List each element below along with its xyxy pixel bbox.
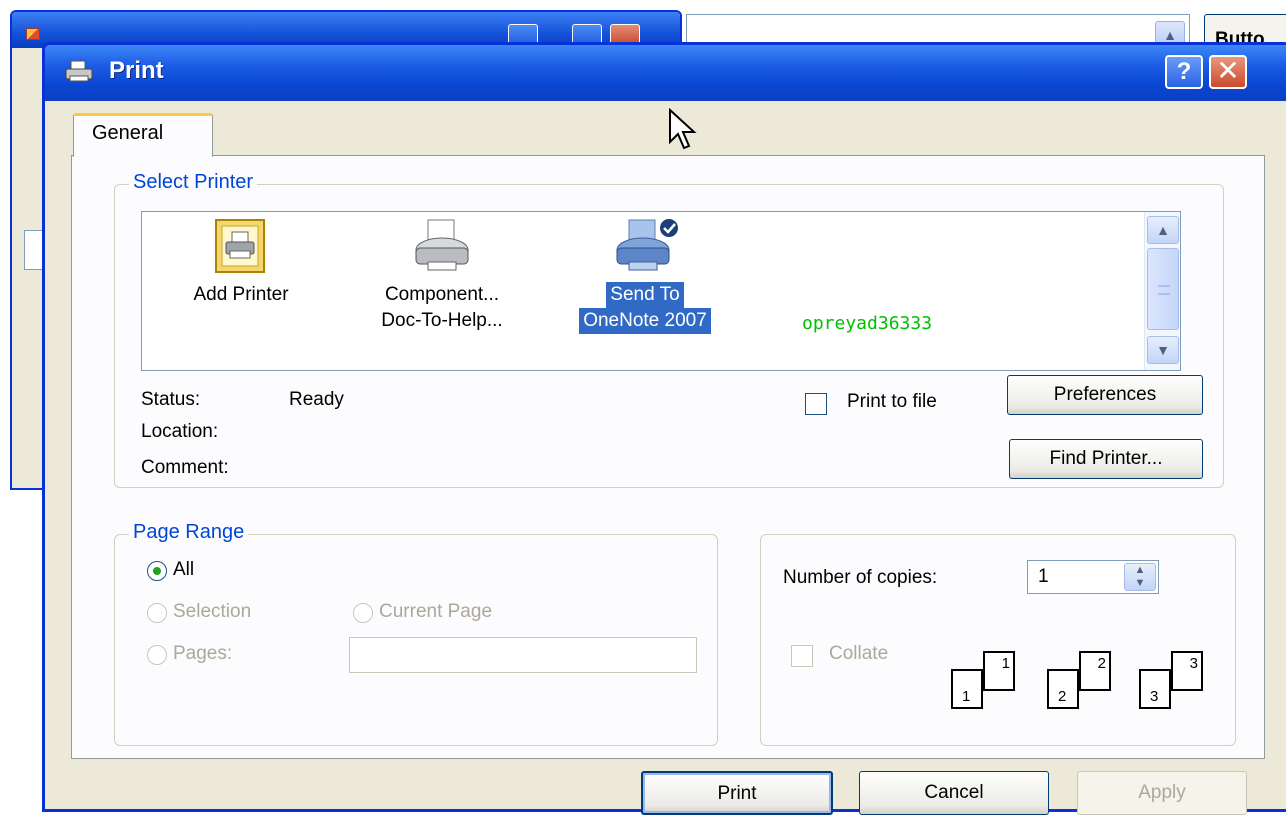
form-app-icon [26, 28, 40, 40]
printer-item-add-printer[interactable]: Add Printer [166, 218, 316, 308]
location-label: Location: [141, 421, 219, 442]
selection-radio[interactable] [147, 603, 167, 623]
current-page-radio[interactable] [353, 603, 373, 623]
printer-name-line1: Add Printer [193, 284, 289, 305]
printer-name-line2: OneNote 2007 [579, 308, 711, 334]
apply-button[interactable]: Apply [1077, 771, 1247, 815]
select-printer-group-label: Select Printer [129, 171, 258, 194]
scroll-down-button[interactable]: ▼ [1147, 336, 1179, 364]
copies-group: Number of copies: 1 ▲ ▼ Collate 1 1 2 2 3… [760, 534, 1236, 746]
general-tab-panel: Select Printer Add Printer Component... … [71, 155, 1265, 759]
printer-list-scrollbar[interactable]: ▲ ▼ [1144, 212, 1180, 370]
all-radio[interactable] [147, 561, 167, 581]
collate-page-number: 1 [1001, 655, 1010, 672]
selection-radio-label: Selection [173, 601, 252, 622]
dialog-title: Print [109, 57, 164, 84]
status-label: Status: [141, 389, 201, 410]
radio-selected-dot [153, 567, 161, 575]
collate-page-number: 3 [1150, 688, 1159, 705]
collate-page-number: 3 [1189, 655, 1198, 672]
pages-radio-label: Pages: [173, 643, 233, 664]
printer-icon [65, 60, 93, 82]
tab-general[interactable]: General [73, 113, 213, 157]
collate-page-back: 2 [1079, 651, 1111, 691]
onenote-printer-icon [616, 219, 678, 271]
collate-page-number: 2 [1058, 688, 1067, 705]
mouse-cursor-icon [669, 108, 697, 150]
dialog-titlebar[interactable]: Print ? ✕ [45, 45, 1286, 101]
collate-page-back: 3 [1171, 651, 1203, 691]
printer-list[interactable]: Add Printer Component... Doc-To-Help... [141, 211, 1181, 371]
number-of-copies-label: Number of copies: [783, 567, 938, 588]
collate-page-front: 3 [1139, 669, 1171, 709]
collate-page-number: 1 [962, 688, 971, 705]
add-printer-icon [215, 219, 265, 273]
help-button[interactable]: ? [1165, 55, 1203, 89]
print-button[interactable]: Print [641, 771, 833, 815]
number-of-copies-input[interactable]: 1 ▲ ▼ [1027, 560, 1159, 594]
collate-page-back: 1 [983, 651, 1015, 691]
page-range-group-label: Page Range [129, 521, 249, 544]
print-dialog: Print ? ✕ General Select Printer Add Pri… [42, 42, 1286, 815]
comment-label: Comment: [141, 457, 229, 478]
collate-page-front: 1 [951, 669, 983, 709]
status-value: Ready [289, 389, 344, 410]
pages-radio[interactable] [147, 645, 167, 665]
printer-item-doc-to-help[interactable]: Component... Doc-To-Help... [352, 218, 532, 334]
page-range-group: Page Range All Selection Current Page Pa… [114, 521, 718, 746]
print-to-file-checkbox[interactable] [805, 393, 827, 415]
printer-name-line1: Send To [606, 282, 684, 308]
scroll-up-button[interactable]: ▲ [1147, 216, 1179, 244]
collate-label: Collate [829, 643, 889, 664]
printer-icon [415, 219, 469, 271]
current-page-radio-label: Current Page [379, 601, 493, 622]
collate-page-number: 2 [1097, 655, 1106, 672]
printer-item-extra-label: opreyad36333 [802, 313, 933, 334]
printer-name-line2: Doc-To-Help... [381, 310, 503, 331]
printer-item-send-to-onenote[interactable]: Send To OneNote 2007 [552, 218, 738, 334]
find-printer-button[interactable]: Find Printer... [1009, 439, 1203, 479]
pages-input[interactable] [349, 637, 697, 673]
printer-name-line1: Component... [384, 284, 500, 305]
copies-spinner-button[interactable]: ▲ ▼ [1124, 563, 1156, 591]
print-to-file-label: Print to file [847, 391, 937, 412]
collate-page-front: 2 [1047, 669, 1079, 709]
scroll-thumb-grip-icon [1158, 285, 1170, 295]
scroll-thumb[interactable] [1147, 248, 1179, 330]
cancel-button[interactable]: Cancel [859, 771, 1049, 815]
collate-checkbox[interactable] [791, 645, 813, 667]
close-button[interactable]: ✕ [1209, 55, 1247, 89]
preferences-button[interactable]: Preferences [1007, 375, 1203, 415]
all-radio-label: All [173, 559, 195, 580]
number-of-copies-value: 1 [1038, 566, 1049, 587]
select-printer-group: Select Printer Add Printer Component... … [114, 171, 1224, 488]
